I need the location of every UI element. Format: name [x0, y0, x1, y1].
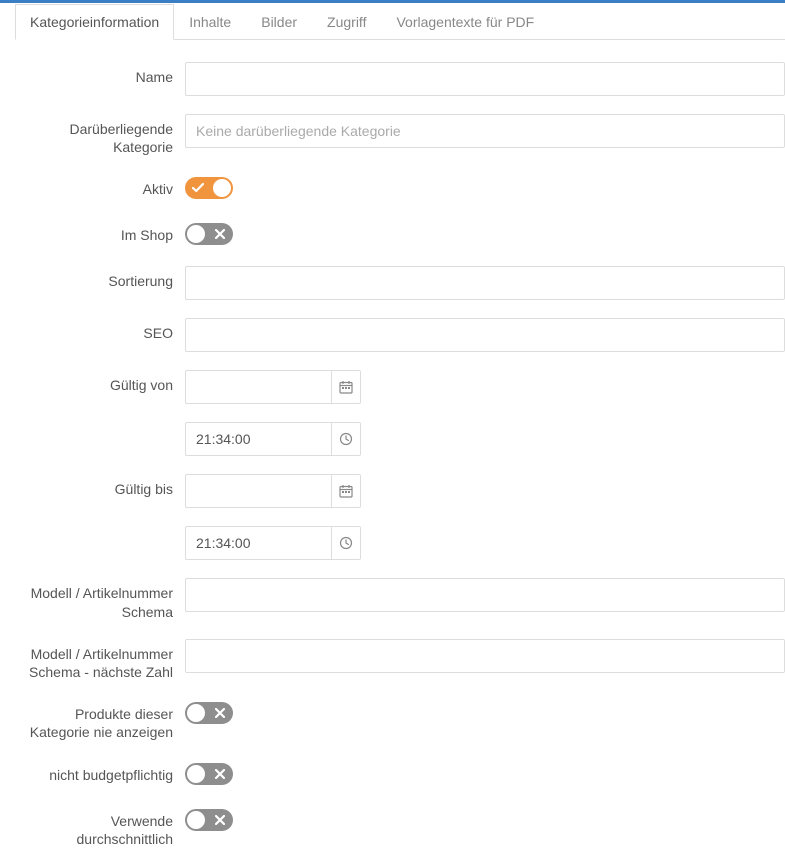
tab-pdf-templates[interactable]: Vorlagentexte für PDF — [381, 4, 549, 40]
active-toggle[interactable] — [185, 177, 233, 199]
model-schema-next-label: Modell / Artikelnummer Schema - nächste … — [15, 639, 185, 681]
sort-label: Sortierung — [15, 266, 185, 290]
in-shop-label: Im Shop — [15, 220, 185, 244]
clock-icon[interactable] — [331, 422, 361, 456]
never-show-toggle[interactable] — [185, 702, 233, 724]
name-input[interactable] — [185, 62, 785, 96]
valid-from-time-spacer — [15, 422, 185, 428]
calendar-icon[interactable] — [331, 474, 361, 508]
check-icon — [191, 181, 205, 195]
calendar-icon[interactable] — [331, 370, 361, 404]
seo-label: SEO — [15, 318, 185, 342]
active-label: Aktiv — [15, 174, 185, 198]
in-shop-toggle[interactable] — [185, 223, 233, 245]
tab-bar: Kategorieinformation Inhalte Bilder Zugr… — [15, 3, 785, 40]
not-budget-label: nicht budgetpflichtig — [15, 760, 185, 784]
valid-to-date-input[interactable] — [185, 474, 331, 508]
use-avg-label: Verwende durchschnittlich — [15, 806, 185, 848]
never-show-label: Produkte dieser Kategorie nie anzeigen — [15, 699, 185, 741]
form-area: Name Darüberliegende Kategorie Aktiv — [15, 40, 785, 848]
valid-from-time-input[interactable] — [185, 422, 331, 456]
model-schema-input[interactable] — [185, 578, 785, 612]
valid-to-time-input[interactable] — [185, 526, 331, 560]
x-icon — [213, 706, 227, 720]
model-schema-next-input[interactable] — [185, 639, 785, 673]
model-schema-label: Modell / Artikelnummer Schema — [15, 578, 185, 620]
name-label: Name — [15, 62, 185, 86]
valid-from-date-input[interactable] — [185, 370, 331, 404]
valid-to-time-spacer — [15, 526, 185, 532]
valid-to-label: Gültig bis — [15, 474, 185, 498]
x-icon — [213, 227, 227, 241]
parent-category-label: Darüberliegende Kategorie — [15, 114, 185, 156]
x-icon — [213, 813, 227, 827]
sort-input[interactable] — [185, 266, 785, 300]
x-icon — [213, 767, 227, 781]
valid-from-label: Gültig von — [15, 370, 185, 394]
tab-contents[interactable]: Inhalte — [174, 4, 246, 40]
tab-category-info[interactable]: Kategorieinformation — [15, 4, 174, 40]
use-avg-toggle[interactable] — [185, 809, 233, 831]
not-budget-toggle[interactable] — [185, 763, 233, 785]
clock-icon[interactable] — [331, 526, 361, 560]
parent-category-input[interactable] — [185, 114, 785, 148]
tab-access[interactable]: Zugriff — [312, 4, 381, 40]
tab-images[interactable]: Bilder — [246, 4, 312, 40]
seo-input[interactable] — [185, 318, 785, 352]
